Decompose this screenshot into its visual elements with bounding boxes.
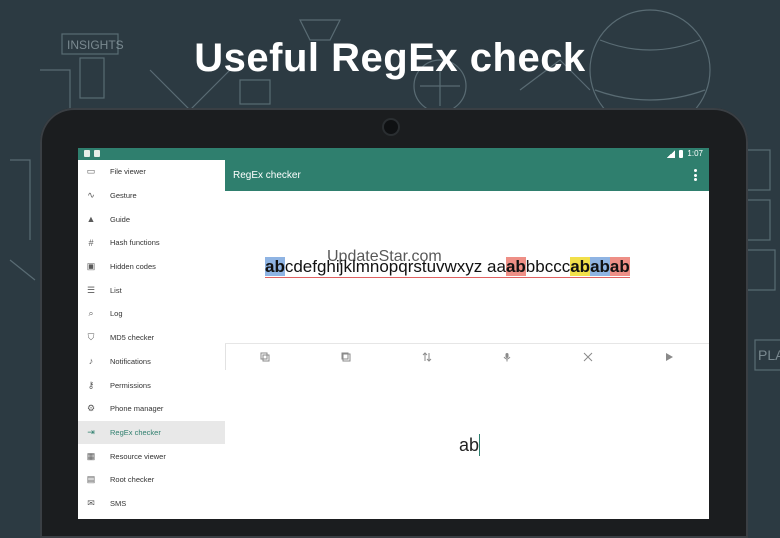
status-indicators: 1:07 xyxy=(667,149,703,158)
sidebar-item-label: Log xyxy=(110,309,123,319)
list-icon: ☰ xyxy=(86,284,96,295)
shield-check-icon: ⛉ xyxy=(87,332,95,343)
clear-button[interactable] xyxy=(578,347,598,367)
gear-icon: ⚙ xyxy=(86,403,96,414)
front-camera xyxy=(384,120,398,134)
bell-icon: ♪ xyxy=(88,356,94,367)
test-string-area[interactable]: UpdateStar.com abcdefghijklmnopqrstuvwxy… xyxy=(225,191,709,343)
hidden-codes-icon: ▣ xyxy=(86,261,96,272)
action-toolbar xyxy=(225,343,709,371)
sidebar-item-label: Hidden codes xyxy=(110,262,156,272)
notification-icon xyxy=(84,150,90,157)
battery-icon xyxy=(679,149,684,158)
sidebar-item-md5-checker[interactable]: ⛉ MD5 checker xyxy=(78,326,225,350)
test-text-segment: bbccc xyxy=(525,257,571,276)
sidebar-item-resource-viewer[interactable]: ▦ Resource viewer xyxy=(78,444,225,468)
sidebar-item-label: SMS xyxy=(110,498,127,508)
app-screen: 1:07 ▭ File viewer ∿ Gesture ▲ Guide # Hash fun… xyxy=(78,148,709,519)
sidebar-item-label: Gesture xyxy=(110,191,137,201)
status-time: 1:07 xyxy=(687,149,703,158)
swap-icon xyxy=(422,352,431,362)
key-icon: ⚷ xyxy=(87,379,95,390)
sidebar-item-label: MD5 checker xyxy=(110,333,155,343)
app-bar: RegEx checker xyxy=(225,160,709,191)
sidebar-item-label: Resource viewer xyxy=(110,451,166,461)
sidebar-item-label: Hash functions xyxy=(110,238,160,248)
test-string[interactable]: abcdefghijklmnopqrstuvwxyz aaabbbcccabab… xyxy=(265,257,630,278)
sidebar-item-sms[interactable]: ✉ SMS xyxy=(78,492,225,516)
sidebar-item-label: Guide xyxy=(110,214,131,224)
sidebar-item-hash-functions[interactable]: # Hash functions xyxy=(78,231,225,255)
root-icon: ▤ xyxy=(86,474,96,485)
regex-area xyxy=(225,370,709,519)
match-highlight: ab xyxy=(609,257,630,276)
sidebar-item-hidden-codes[interactable]: ▣ Hidden codes xyxy=(78,255,225,279)
sidebar-item-label: Phone manager xyxy=(110,404,164,414)
signal-icon xyxy=(667,149,676,158)
sidebar-item-guide[interactable]: ▲ Guide xyxy=(78,207,225,231)
promo-headline: Useful RegEx check xyxy=(194,36,586,80)
sidebar-item-phone-manager[interactable]: ⚙ Phone manager xyxy=(78,397,225,421)
sidebar-item-file-viewer[interactable]: ▭ File viewer xyxy=(78,160,225,184)
app-bar-title: RegEx checker xyxy=(233,170,301,181)
play-icon xyxy=(665,353,673,361)
sidebar-item-root-checker[interactable]: ▤ Root checker xyxy=(78,468,225,492)
match-highlight: ab xyxy=(590,257,610,276)
copy-test-button[interactable] xyxy=(255,347,275,367)
sidebar-item-label: List xyxy=(110,285,122,295)
sidebar-item-label: RegEx checker xyxy=(110,427,161,437)
run-button[interactable] xyxy=(659,347,679,367)
paste-icon xyxy=(341,352,351,362)
close-icon xyxy=(583,352,593,362)
folder-icon: ▭ xyxy=(86,166,96,177)
match-highlight: ab xyxy=(265,257,285,276)
test-text-segment: cdefghijklmnopqrstuvwxyz xyxy=(284,257,483,276)
overflow-menu-icon[interactable] xyxy=(694,169,697,181)
notification-icon xyxy=(94,150,100,157)
match-highlight: ab xyxy=(570,257,591,276)
gesture-icon: ∿ xyxy=(87,190,95,201)
match-highlight: ab xyxy=(505,257,526,276)
regex-input[interactable] xyxy=(457,434,521,457)
test-text-segment: aa xyxy=(482,257,506,276)
navigation-drawer: ▭ File viewer ∿ Gesture ▲ Guide # Hash function… xyxy=(78,160,226,519)
image-icon: ▦ xyxy=(86,450,96,461)
sidebar-item-label: File viewer xyxy=(110,167,146,177)
sidebar-item-label: Root checker xyxy=(110,475,155,485)
microphone-icon xyxy=(503,353,511,362)
sidebar-item-log[interactable]: ⌕ Log xyxy=(78,302,225,326)
text-cursor xyxy=(479,434,480,456)
status-notification-icons xyxy=(84,150,104,159)
sidebar-item-notifications[interactable]: ♪ Notifications xyxy=(78,350,225,374)
regex-icon: ⇥ xyxy=(87,426,95,437)
copy-icon xyxy=(260,352,270,362)
sidebar-item-gesture[interactable]: ∿ Gesture xyxy=(78,184,225,208)
sidebar-item-regex-checker[interactable]: ⇥ RegEx checker xyxy=(78,420,225,445)
status-bar: 1:07 xyxy=(78,148,709,160)
sidebar-item-label: Permissions xyxy=(110,380,151,390)
background-text-pla: PLA xyxy=(758,347,780,363)
sidebar-item-label: Notifications xyxy=(110,356,151,366)
paste-button[interactable] xyxy=(336,347,356,367)
graduation-cap-icon: ▲ xyxy=(86,214,96,225)
voice-input-button[interactable] xyxy=(497,347,517,367)
search-log-icon: ⌕ xyxy=(88,308,94,319)
sms-icon: ✉ xyxy=(87,497,95,508)
sidebar-item-list[interactable]: ☰ List xyxy=(78,278,225,302)
hash-icon: # xyxy=(88,237,94,248)
sidebar-item-permissions[interactable]: ⚷ Permissions xyxy=(78,373,225,397)
swap-button[interactable] xyxy=(417,347,437,367)
